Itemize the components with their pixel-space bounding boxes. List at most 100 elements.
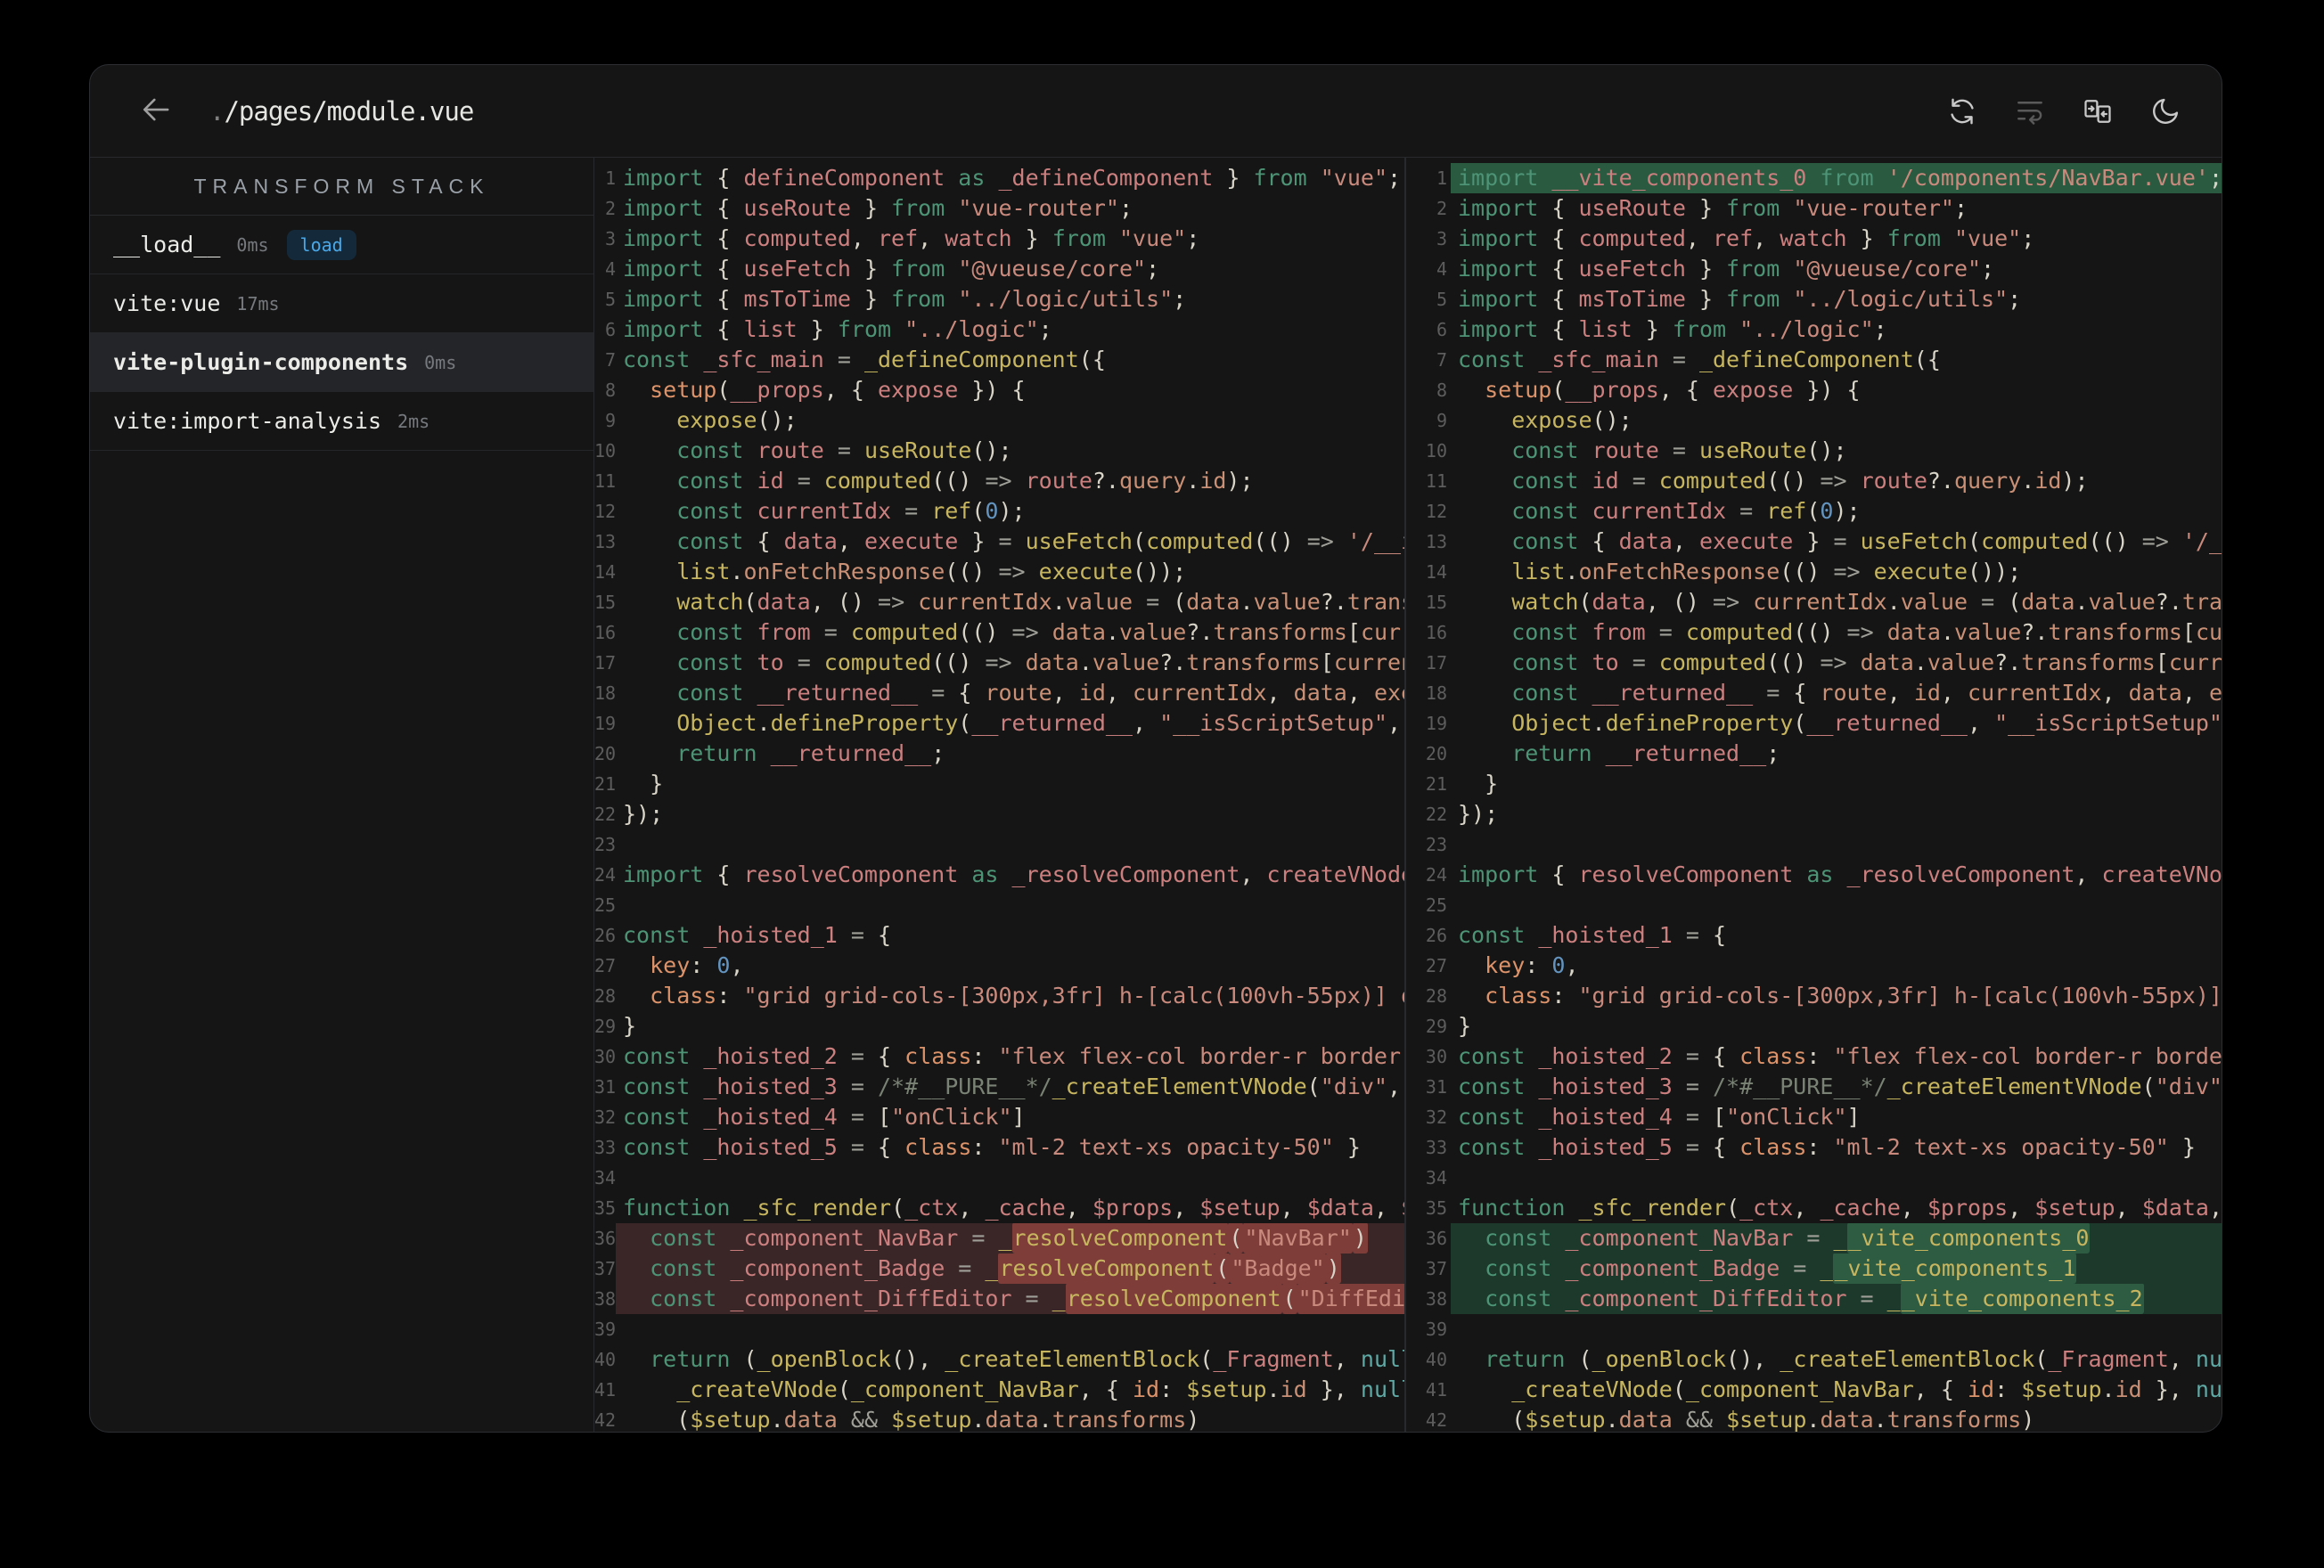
line-number: 9	[604, 410, 616, 431]
diff-pane-before[interactable]: 1 import { defineComponent as _defineComp…	[594, 158, 1406, 1432]
code-line: 7 const _sfc_main = _defineComponent({	[594, 345, 1404, 375]
transform-stack-item[interactable]: __load__ 0ms load	[90, 216, 593, 274]
diff-pane-after[interactable]: 1 import __vite_components_0 from '/compo…	[1406, 158, 2222, 1432]
diff-view: 1 import { defineComponent as _defineComp…	[594, 158, 2222, 1432]
code-text: return (_openBlock(), _createElementBloc…	[1458, 1346, 2222, 1372]
plugin-time: 0ms	[236, 233, 269, 256]
code-text: import { computed, ref, watch } from "vu…	[623, 225, 1200, 251]
plugin-time: 0ms	[424, 351, 457, 373]
code-text: }	[623, 1013, 637, 1039]
code-line: 12 const currentIdx = ref(0);	[1406, 496, 2222, 527]
line-number: 38	[594, 1288, 617, 1310]
code-line: 39	[1406, 1314, 2222, 1344]
line-number: 32	[1425, 1107, 1447, 1128]
code-text: const _hoisted_1 = {	[1458, 922, 1727, 948]
code-line: 42 ($setup.data && $setup.data.transform…	[594, 1405, 1404, 1432]
code-line: 15 watch(data, () => currentIdx.value = …	[594, 587, 1404, 617]
code-line: 16 const from = computed(() => data.valu…	[594, 617, 1404, 648]
code-text: setup(__props, { expose }) {	[623, 377, 1026, 403]
code-line: 14 list.onFetchResponse(() => execute())…	[594, 557, 1404, 587]
code-line: 26 const _hoisted_1 = {	[594, 920, 1404, 951]
inspector-window: ./pages/module.vue TRANSFORM STACK __loa…	[89, 64, 2222, 1433]
line-number: 2	[604, 198, 616, 219]
code-text: const _sfc_main = _defineComponent({	[1458, 347, 1941, 372]
line-number: 18	[1425, 682, 1447, 704]
line-number: 33	[594, 1137, 617, 1158]
line-number: 25	[1425, 894, 1447, 916]
code-line: 38 const _component_DiffEditor = _resolv…	[594, 1284, 1404, 1314]
line-number: 40	[1425, 1349, 1447, 1370]
code-text: const _hoisted_3 = /*#__PURE__*/_createE…	[1458, 1074, 2222, 1099]
transform-stack-item[interactable]: vite:vue 17ms	[90, 274, 593, 333]
code-text: const route = useRoute();	[1458, 437, 1847, 463]
code-text: import { resolveComponent as _resolveCom…	[623, 862, 1404, 887]
module-path: ./pages/module.vue	[209, 95, 474, 127]
code-line: 23	[1406, 829, 2222, 860]
code-text: return __returned__;	[623, 740, 945, 766]
code-line: 34	[1406, 1163, 2222, 1193]
transform-stack-item[interactable]: vite:import-analysis 2ms	[90, 392, 593, 451]
code-text: const _hoisted_3 = /*#__PURE__*/_createE…	[623, 1074, 1402, 1099]
line-number: 15	[1425, 592, 1447, 613]
code-text: import { useFetch } from "@vueuse/core";	[1458, 256, 1995, 282]
line-number: 42	[1425, 1409, 1447, 1431]
code-line: 9 expose();	[594, 405, 1404, 436]
code-line: 5 import { msToTime } from "../logic/util…	[594, 284, 1404, 314]
code-text: import { useFetch } from "@vueuse/core";	[623, 256, 1160, 282]
code-text: import { useRoute } from "vue-router";	[1458, 195, 1968, 221]
code-line: 20 return __returned__;	[594, 739, 1404, 769]
code-line: 22});	[1406, 799, 2222, 829]
line-number: 9	[1436, 410, 1447, 431]
code-line: 28 class: "grid grid-cols-[300px,3fr] h-…	[1406, 981, 2222, 1011]
line-number: 12	[594, 501, 617, 522]
dark-mode-button[interactable]	[2148, 94, 2182, 128]
line-number: 14	[594, 561, 617, 583]
code-line: 4 import { useFetch } from "@vueuse/core"…	[594, 254, 1404, 284]
code-line: 13 const { data, execute } = useFetch(co…	[1406, 527, 2222, 557]
line-number: 26	[594, 925, 617, 946]
compare-panes-button[interactable]	[2081, 94, 2115, 128]
back-button[interactable]	[136, 92, 176, 131]
code-line: 36 const _component_NavBar = _resolveCom…	[594, 1223, 1404, 1254]
line-number: 31	[594, 1076, 617, 1098]
code-line: 22});	[594, 799, 1404, 829]
transform-stack-item[interactable]: vite-plugin-components 0ms	[90, 333, 593, 392]
code-text: const __returned__ = { route, id, curren…	[623, 680, 1404, 706]
line-number: 1	[1436, 167, 1447, 189]
code-line: 31 const _hoisted_3 = /*#__PURE__*/_creat…	[1406, 1072, 2222, 1102]
code-text: const _component_NavBar = __vite_compone…	[1451, 1223, 2222, 1254]
code-line: 42 ($setup.data && $setup.data.transform…	[1406, 1405, 2222, 1432]
code-text: return (_openBlock(), _createElementBloc…	[623, 1346, 1404, 1372]
code-line: 24 import { resolveComponent as _resolveC…	[1406, 860, 2222, 890]
plugin-name: __load__	[113, 232, 221, 257]
code-line: 2 import { useRoute } from "vue-router";	[594, 193, 1404, 224]
code-line: 1 import __vite_components_0 from '/compo…	[1406, 163, 2222, 193]
line-number: 8	[1436, 380, 1447, 401]
line-number: 38	[1425, 1288, 1447, 1310]
refresh-button[interactable]	[1945, 94, 1979, 128]
line-number: 41	[594, 1379, 617, 1401]
code-line: 8 setup(__props, { expose }) {	[1406, 375, 2222, 405]
line-number: 28	[1425, 985, 1447, 1007]
module-path-text: /pages/module.vue	[224, 95, 474, 127]
code-line: 33 const _hoisted_5 = { class: "ml-2 text…	[594, 1132, 1404, 1163]
code-line: 1 import { defineComponent as _defineComp…	[594, 163, 1404, 193]
code-text: import { list } from "../logic";	[623, 316, 1052, 342]
code-text: list.onFetchResponse(() => execute());	[1458, 559, 2022, 584]
line-number: 17	[1425, 652, 1447, 674]
line-number: 11	[1425, 470, 1447, 492]
line-wrap-button[interactable]	[2013, 94, 2047, 128]
code-line: 13 const { data, execute } = useFetch(co…	[594, 527, 1404, 557]
code-line: 5 import { msToTime } from "../logic/util…	[1406, 284, 2222, 314]
code-line: 12 const currentIdx = ref(0);	[594, 496, 1404, 527]
code-text: const { data, execute } = useFetch(compu…	[1458, 528, 2222, 554]
code-line: 27 key: 0,	[594, 951, 1404, 981]
code-line: 6 import { list } from "../logic";	[1406, 314, 2222, 345]
code-text: const _component_NavBar = _resolveCompon…	[616, 1223, 1404, 1254]
line-number: 20	[594, 743, 617, 764]
code-text: const id = computed(() => route?.query.i…	[1458, 468, 2089, 494]
code-line: 19 Object.defineProperty(__returned__, "…	[594, 708, 1404, 739]
code-line: 20 return __returned__;	[1406, 739, 2222, 769]
